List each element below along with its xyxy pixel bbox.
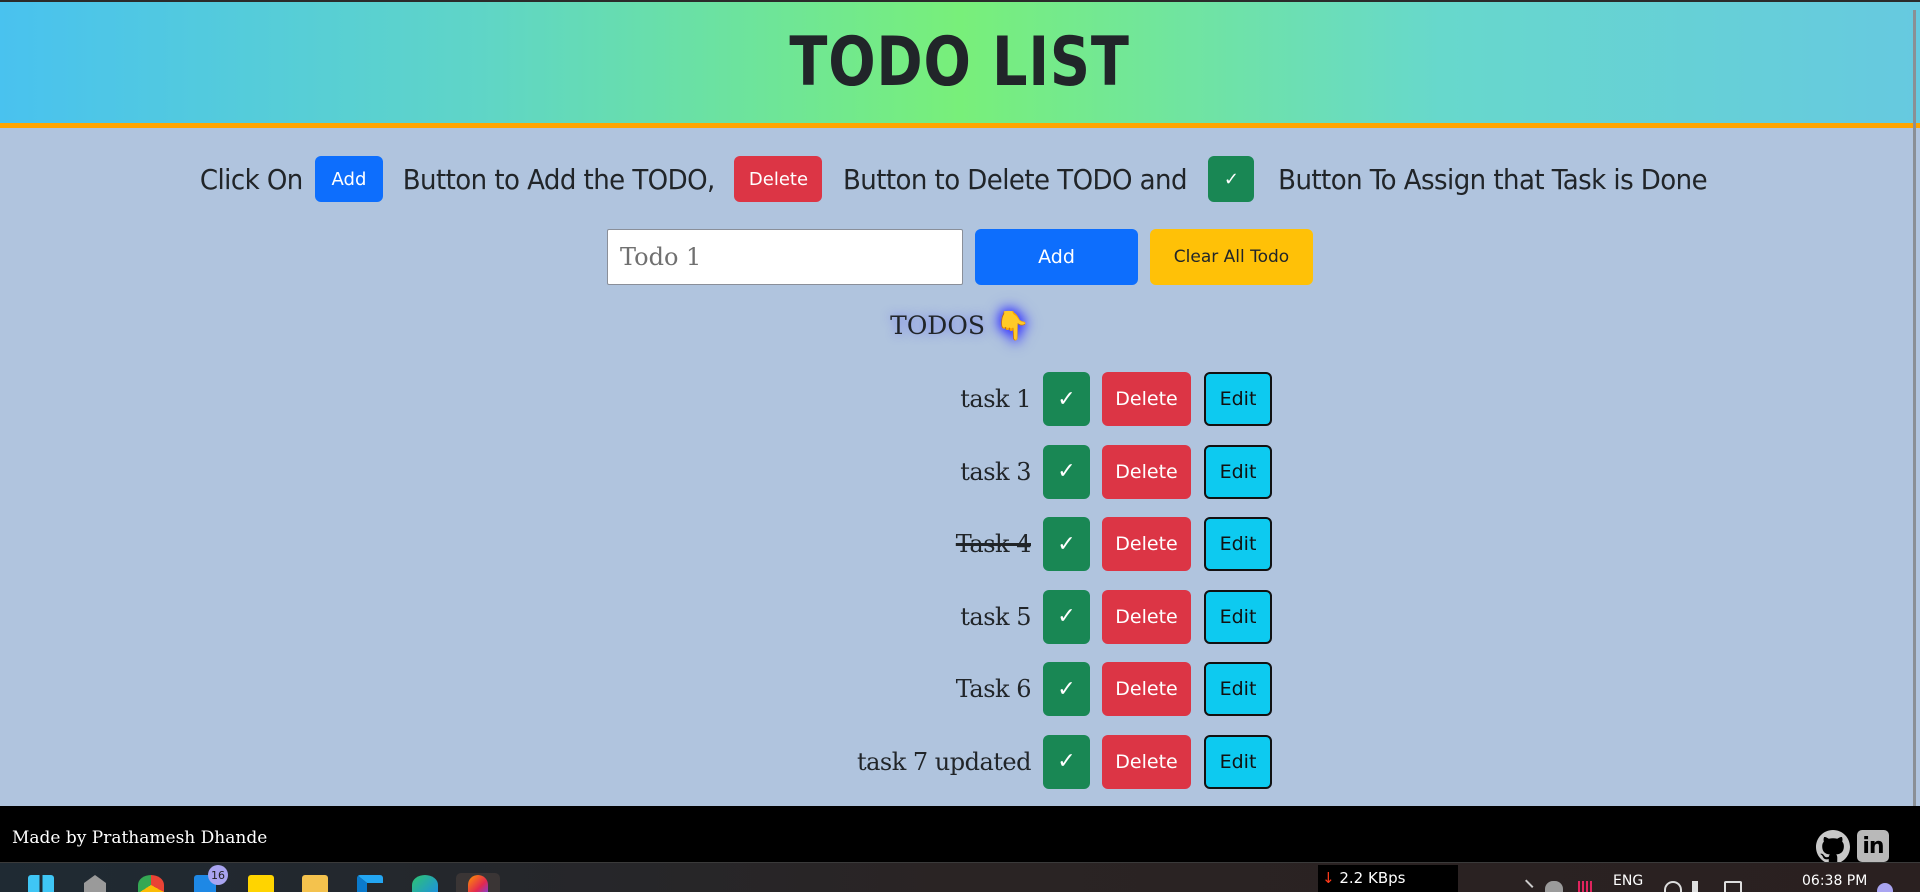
todo-text: Task 6 (955, 675, 1032, 703)
todo-text: task 5 (960, 602, 1031, 631)
page-title: TODO LIST (789, 23, 1131, 102)
edit-button[interactable]: Edit (1204, 734, 1272, 789)
edit-button[interactable]: Edit (1204, 589, 1272, 644)
vscode-icon[interactable] (357, 875, 383, 892)
todo-item: task 7 updated ✓ Delete Edit (0, 733, 1272, 791)
instruction-add-sample-button: Add (314, 156, 383, 202)
add-todo-form: Add Clear All Todo (607, 229, 1313, 285)
edit-button[interactable]: Edit (1204, 444, 1272, 499)
mark-done-button[interactable]: ✓ (1043, 589, 1090, 644)
todo-text: Task 4 (955, 530, 1032, 558)
page-scrollbar[interactable] (1913, 10, 1916, 810)
todo-text: task 3 (960, 457, 1031, 486)
mark-done-button[interactable]: ✓ (1043, 372, 1090, 426)
sticky-notes-icon[interactable] (248, 875, 274, 892)
mail-badge: 16 (208, 865, 228, 885)
volume-icon[interactable] (1692, 881, 1706, 892)
instructions-text-3: Button to Delete TODO and (843, 162, 1188, 196)
notification-icon[interactable] (1877, 883, 1893, 892)
pointing-down-icon: 👇 (994, 308, 1030, 342)
delete-button[interactable]: Delete (1102, 734, 1191, 789)
file-explorer-icon[interactable] (302, 875, 328, 892)
todos-heading: TODOS 👇 (0, 311, 1920, 340)
add-button[interactable]: Add (975, 229, 1138, 285)
tray-chevron-icon[interactable] (1516, 879, 1534, 892)
battery-icon[interactable] (1724, 881, 1742, 892)
app-shield-icon[interactable] (84, 875, 106, 892)
page-footer: Made by Prathamesh Dhande in (0, 806, 1920, 864)
todo-input[interactable] (607, 229, 963, 285)
instructions: Click On Add Button to Add the TODO, Del… (0, 156, 1920, 202)
todo-list: task 1 ✓ Delete Edit task 3 ✓ Delete Edi… (0, 370, 1272, 805)
todo-item: Task 6 ✓ Delete Edit (0, 660, 1272, 718)
mark-done-button[interactable]: ✓ (1043, 444, 1090, 499)
wifi-icon[interactable] (1664, 881, 1682, 892)
mark-done-button[interactable]: ✓ (1043, 662, 1090, 716)
windows-start-icon[interactable] (28, 875, 54, 892)
download-arrow-icon: ↓ (1322, 869, 1335, 887)
todo-item: Task 4 ✓ Delete Edit (0, 515, 1272, 573)
audio-meter-icon[interactable] (1578, 881, 1592, 892)
mark-done-button[interactable]: ✓ (1043, 517, 1090, 571)
onedrive-icon[interactable] (1545, 881, 1563, 892)
todo-item: task 3 ✓ Delete Edit (0, 443, 1272, 501)
os-taskbar: 16 ↓ 2.2 KBps ENG 06:38 PM (0, 862, 1920, 892)
mark-done-button[interactable]: ✓ (1043, 734, 1090, 789)
clear-all-button[interactable]: Clear All Todo (1150, 229, 1313, 285)
todo-item: task 5 ✓ Delete Edit (0, 588, 1272, 646)
linkedin-icon[interactable]: in (1857, 830, 1889, 862)
todo-item: task 1 ✓ Delete Edit (0, 370, 1272, 428)
delete-button[interactable]: Delete (1102, 589, 1191, 644)
instructions-text-4: Button To Assign that Task is Done (1278, 162, 1709, 196)
github-icon[interactable] (1816, 830, 1850, 864)
delete-button[interactable]: Delete (1102, 444, 1191, 499)
instructions-text-1: Click On (200, 162, 304, 196)
language-indicator[interactable]: ENG (1613, 873, 1643, 889)
network-speed: ↓ 2.2 KBps (1318, 865, 1458, 892)
firefox-logo (468, 875, 488, 892)
network-speed-value: 2.2 KBps (1339, 869, 1406, 887)
todos-heading-label: TODOS (890, 311, 985, 340)
footer-credit: Made by Prathamesh Dhande (12, 828, 268, 848)
edge-icon[interactable] (412, 875, 438, 892)
chrome-icon[interactable] (138, 875, 164, 892)
clock[interactable]: 06:38 PM (1802, 873, 1867, 889)
delete-button[interactable]: Delete (1102, 372, 1191, 426)
edit-button[interactable]: Edit (1204, 372, 1272, 426)
delete-button[interactable]: Delete (1102, 517, 1191, 571)
edit-button[interactable]: Edit (1204, 662, 1272, 716)
instruction-done-sample-button: ✓ (1208, 156, 1255, 202)
instructions-text-2: Button to Add the TODO, (402, 162, 716, 196)
edit-button[interactable]: Edit (1204, 517, 1272, 571)
todo-text: task 1 (960, 385, 1031, 413)
delete-button[interactable]: Delete (1102, 662, 1191, 716)
header-divider (0, 123, 1920, 128)
todo-text: task 7 updated (856, 747, 1032, 776)
instruction-delete-sample-button: Delete (734, 156, 823, 202)
page-header: TODO LIST (0, 2, 1920, 123)
